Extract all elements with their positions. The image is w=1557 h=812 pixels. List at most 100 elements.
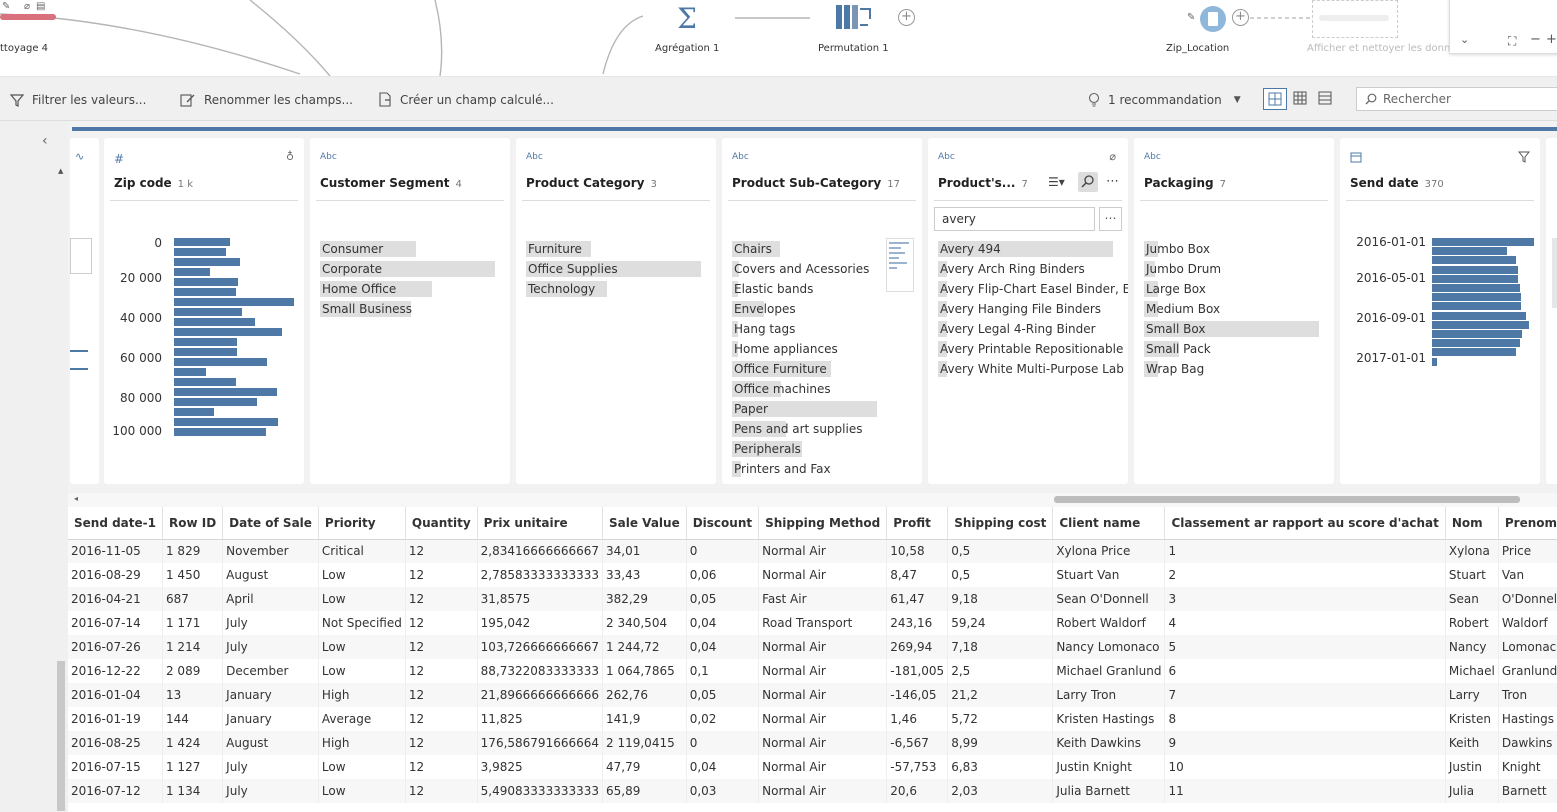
profile-card-next[interactable] xyxy=(1546,138,1557,484)
table-cell[interactable]: Road Transport xyxy=(758,611,888,635)
table-cell[interactable]: 7 xyxy=(1164,683,1446,707)
scrollbar-thumb[interactable] xyxy=(1054,496,1520,503)
table-cell[interactable]: Xylona Price xyxy=(1052,539,1166,563)
histogram-bar[interactable] xyxy=(174,338,238,346)
table-cell[interactable]: 0 xyxy=(686,731,760,755)
table-cell[interactable]: 0,05 xyxy=(686,683,760,707)
profile-card-send-date[interactable]: Send date 370 2016-01-01 2016-05-01 2016-09… xyxy=(1340,138,1540,484)
zoom-out-icon[interactable]: − xyxy=(1530,32,1541,47)
table-cell[interactable]: -146,05 xyxy=(886,683,949,707)
value-row[interactable]: Pens and art supplies xyxy=(732,420,877,438)
table-cell[interactable]: 8,47 xyxy=(886,563,949,587)
value-row[interactable]: Paper xyxy=(732,400,877,418)
list-view-toggle[interactable] xyxy=(1314,88,1338,110)
table-cell[interactable]: 65,89 xyxy=(602,779,687,803)
grid-view-toggle[interactable] xyxy=(1289,88,1313,110)
value-row[interactable]: Home appliances xyxy=(732,340,877,358)
histogram-bar[interactable] xyxy=(1432,311,1526,320)
table-row[interactable]: 2016-12-22 2 089 December Low 12 88,732208333… xyxy=(68,659,1557,683)
histogram-bar[interactable] xyxy=(174,298,295,306)
table-cell[interactable]: 1 064,7865 xyxy=(602,659,687,683)
table-cell[interactable]: 34,01 xyxy=(602,539,687,563)
field-name-product[interactable]: Product's... 7 xyxy=(938,176,1028,190)
field-name-product-sub-category[interactable]: Product Sub-Category 17 xyxy=(732,176,900,190)
table-cell[interactable]: Normal Air xyxy=(758,635,888,659)
table-cell[interactable]: December xyxy=(222,659,319,683)
collapse-left-icon[interactable]: ‹ xyxy=(42,133,48,149)
column-header[interactable]: Send date-1 xyxy=(68,507,163,540)
table-cell[interactable]: 2016-07-15 xyxy=(68,755,163,779)
zoom-in-icon[interactable]: + xyxy=(1546,32,1557,47)
histogram-bar[interactable] xyxy=(174,368,207,376)
table-cell[interactable]: 47,79 xyxy=(602,755,687,779)
field-name-product-category[interactable]: Product Category 3 xyxy=(526,176,657,190)
value-row[interactable]: Office machines xyxy=(732,380,877,398)
table-cell[interactable]: 13 xyxy=(162,683,224,707)
add-step-icon[interactable]: + xyxy=(898,9,915,26)
histogram-bar[interactable] xyxy=(174,278,239,286)
table-cell[interactable]: 33,43 xyxy=(602,563,687,587)
table-cell[interactable]: 2016-07-12 xyxy=(68,779,163,803)
table-cell[interactable]: Larry xyxy=(1445,683,1499,707)
more-options-icon[interactable]: ⋯ xyxy=(1106,174,1119,189)
paperclip-icon[interactable]: ⌀ xyxy=(24,1,30,12)
table-cell[interactable]: Michael Granlund xyxy=(1052,659,1166,683)
table-cell[interactable]: 59,24 xyxy=(947,611,1054,635)
table-cell[interactable]: 9,18 xyxy=(947,587,1054,611)
edit-icon[interactable]: ✎ xyxy=(2,1,10,12)
table-cell[interactable]: Robert xyxy=(1445,611,1499,635)
table-cell[interactable]: Xylona xyxy=(1445,539,1499,563)
histogram-bar[interactable] xyxy=(174,408,214,416)
profile-view-toggle[interactable] xyxy=(1263,88,1287,110)
table-cell[interactable]: January xyxy=(222,683,319,707)
table-cell[interactable]: Sean O'Donnell xyxy=(1052,587,1166,611)
table-row[interactable]: 2016-04-21 687 April Low 12 31,8575 382,29 0,05… xyxy=(68,587,1557,611)
table-cell[interactable]: 269,94 xyxy=(886,635,949,659)
table-cell[interactable]: Normal Air xyxy=(758,779,888,803)
table-cell[interactable]: 243,16 xyxy=(886,611,949,635)
table-cell[interactable]: 0,04 xyxy=(686,755,760,779)
table-cell[interactable]: August xyxy=(222,563,319,587)
profile-card-packaging[interactable]: Abc Packaging 7 Jumbo Box Jumbo Drum Large … xyxy=(1134,138,1334,484)
column-header[interactable]: Priority xyxy=(318,507,406,540)
table-cell[interactable]: 2016-07-26 xyxy=(68,635,163,659)
table-cell[interactable]: August xyxy=(222,731,319,755)
table-cell[interactable]: 2 089 xyxy=(162,659,224,683)
table-cell[interactable]: Low xyxy=(318,779,406,803)
table-row[interactable]: 2016-11-05 1 829 November Critical 12 2,83416… xyxy=(68,539,1557,563)
histogram-bar[interactable] xyxy=(174,318,255,326)
vertical-scrollbar[interactable] xyxy=(57,661,65,811)
table-cell[interactable]: 31,8575 xyxy=(477,587,604,611)
column-header[interactable]: Date of Sale xyxy=(222,507,319,540)
table-cell[interactable]: 1 450 xyxy=(162,563,224,587)
table-cell[interactable]: 12 xyxy=(405,635,478,659)
table-cell[interactable]: 11,825 xyxy=(477,707,604,731)
column-header[interactable]: Prenom xyxy=(1498,507,1557,540)
search-toggle[interactable] xyxy=(1078,172,1098,192)
paperclip-icon[interactable]: ⌀ xyxy=(1109,150,1116,163)
table-cell[interactable]: Keith Dawkins xyxy=(1052,731,1166,755)
histogram-bar[interactable] xyxy=(174,328,282,336)
histogram-bar[interactable] xyxy=(1432,256,1516,265)
column-header[interactable]: Sale Value xyxy=(602,507,687,540)
histogram-bar[interactable] xyxy=(1432,302,1521,311)
profile-card-zip-code[interactable]: # ♁ Zip code 1 k 0 20 000 40 000 60 000 80 00… xyxy=(104,138,304,484)
table-cell[interactable]: 12 xyxy=(405,587,478,611)
table-cell[interactable]: Barnett xyxy=(1498,779,1557,803)
histogram-bar[interactable] xyxy=(174,308,243,316)
table-cell[interactable]: 12 xyxy=(405,731,478,755)
value-row[interactable]: Avery Arch Ring Binders xyxy=(938,260,1113,278)
table-cell[interactable]: -57,753 xyxy=(886,755,949,779)
table-cell[interactable]: July xyxy=(222,779,319,803)
table-cell[interactable]: 9 xyxy=(1164,731,1446,755)
table-cell[interactable]: 2 xyxy=(1164,563,1446,587)
table-cell[interactable]: Low xyxy=(318,755,406,779)
table-cell[interactable]: 3,9825 xyxy=(477,755,604,779)
table-row[interactable]: 2016-07-12 1 134 July Low 12 5,49083333333333… xyxy=(68,779,1557,803)
field-name-customer-segment[interactable]: Customer Segment 4 xyxy=(320,176,462,190)
value-row[interactable]: Avery White Multi-Purpose Lab xyxy=(938,360,1124,378)
table-cell[interactable]: 5,49083333333333 xyxy=(477,779,604,803)
create-calculated-field-button[interactable]: Créer un champ calculé... xyxy=(378,77,554,122)
table-cell[interactable]: Price xyxy=(1498,539,1557,563)
value-row[interactable]: Avery Hanging File Binders xyxy=(938,300,1113,318)
